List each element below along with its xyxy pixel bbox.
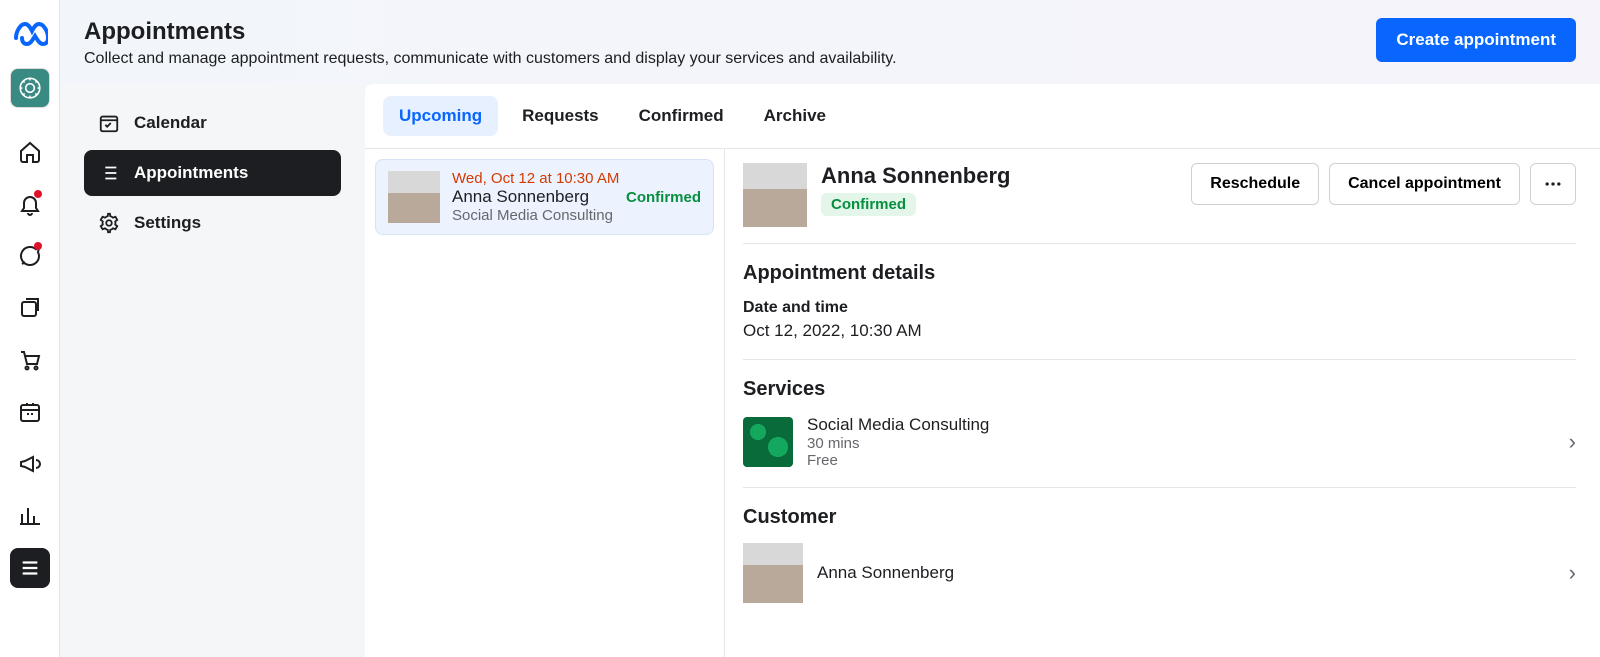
appointment-list: Wed, Oct 12 at 10:30 AM Anna Sonnenberg … [365, 149, 725, 657]
planner-icon[interactable] [10, 392, 50, 432]
meta-logo[interactable] [10, 12, 50, 52]
insights-icon[interactable] [10, 496, 50, 536]
commerce-icon[interactable] [10, 340, 50, 380]
sidenav-appointments[interactable]: Appointments [84, 150, 341, 196]
messages-icon[interactable] [10, 236, 50, 276]
tab-requests[interactable]: Requests [506, 96, 615, 136]
customer-thumbnail [388, 171, 440, 223]
notifications-icon[interactable] [10, 184, 50, 224]
reschedule-button[interactable]: Reschedule [1191, 163, 1319, 205]
sidenav-label: Appointments [134, 163, 248, 183]
create-appointment-button[interactable]: Create appointment [1376, 18, 1576, 62]
dots-icon [1543, 174, 1563, 194]
sidenav-settings[interactable]: Settings [84, 200, 341, 246]
section-title-services: Services [743, 378, 1576, 401]
status-badge: Confirmed [626, 189, 701, 206]
section-title-customer: Customer [743, 506, 1576, 529]
customer-thumbnail-large [743, 163, 807, 227]
more-actions-button[interactable] [1530, 163, 1576, 205]
cancel-appointment-button[interactable]: Cancel appointment [1329, 163, 1520, 205]
service-price: Free [807, 452, 1555, 469]
date-time-label: Date and time [743, 299, 1576, 317]
appointment-detail: Anna Sonnenberg Confirmed Reschedule Can… [725, 149, 1600, 657]
sidenav-label: Settings [134, 213, 201, 233]
chevron-right-icon: › [1569, 560, 1576, 586]
page-header: Appointments Collect and manage appointm… [60, 0, 1600, 84]
notification-dot [34, 242, 42, 250]
all-tools-icon[interactable] [10, 548, 50, 588]
posts-icon[interactable] [10, 288, 50, 328]
list-icon [98, 162, 120, 184]
page-title: Appointments [84, 18, 897, 46]
customer-thumbnail [743, 543, 803, 603]
tab-upcoming[interactable]: Upcoming [383, 96, 498, 136]
service-row[interactable]: Social Media Consulting 30 mins Free › [743, 415, 1576, 469]
sidenav-calendar[interactable]: Calendar [84, 100, 341, 146]
page-avatar[interactable] [10, 68, 50, 108]
gear-icon [98, 212, 120, 234]
appointment-list-item[interactable]: Wed, Oct 12 at 10:30 AM Anna Sonnenberg … [375, 159, 714, 235]
date-time-value: Oct 12, 2022, 10:30 AM [743, 321, 1576, 341]
status-pill: Confirmed [821, 193, 916, 216]
notification-dot [34, 190, 42, 198]
service-thumbnail [743, 417, 793, 467]
appointment-service: Social Media Consulting [452, 207, 626, 224]
calendar-icon [98, 112, 120, 134]
section-sidenav: Calendar Appointments Settings [60, 84, 365, 657]
customer-name: Anna Sonnenberg [821, 163, 1177, 189]
service-duration: 30 mins [807, 435, 1555, 452]
tabs: Upcoming Requests Confirmed Archive [365, 84, 1600, 149]
home-icon[interactable] [10, 132, 50, 172]
global-iconbar [0, 0, 60, 657]
appointment-customer-name: Anna Sonnenberg [452, 187, 626, 207]
appointment-date: Wed, Oct 12 at 10:30 AM [452, 170, 626, 187]
page-subtitle: Collect and manage appointment requests,… [84, 50, 897, 68]
customer-row[interactable]: Anna Sonnenberg › [743, 543, 1576, 603]
section-title-details: Appointment details [743, 262, 1576, 285]
customer-name: Anna Sonnenberg [817, 563, 1555, 583]
chevron-right-icon: › [1569, 429, 1576, 455]
sidenav-label: Calendar [134, 113, 207, 133]
tab-archive[interactable]: Archive [748, 96, 842, 136]
ads-icon[interactable] [10, 444, 50, 484]
service-name: Social Media Consulting [807, 415, 1555, 435]
tab-confirmed[interactable]: Confirmed [623, 96, 740, 136]
